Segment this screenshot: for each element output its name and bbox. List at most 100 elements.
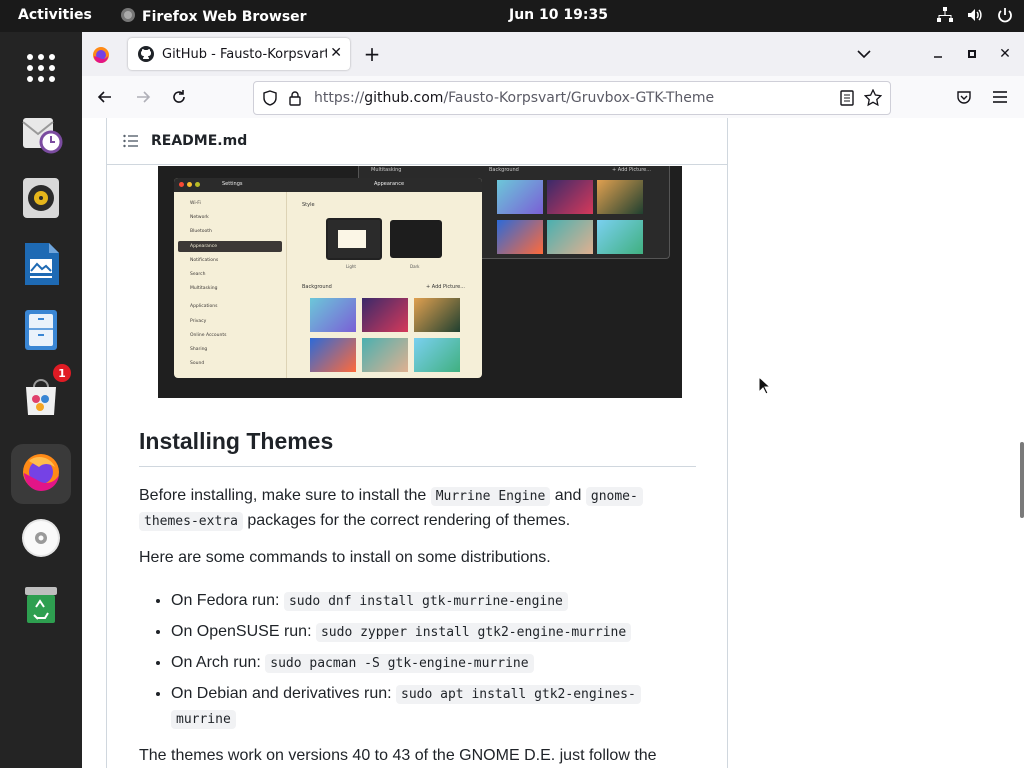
tab-bar: GitHub - Fausto-Korpsvart/Gruvbox-GTK-Th… bbox=[82, 32, 1024, 76]
dark-label: Dark bbox=[410, 264, 420, 269]
command-code-continued: murrine bbox=[171, 710, 236, 729]
url-domain: github.com bbox=[364, 90, 444, 106]
light-preview bbox=[338, 230, 366, 248]
mail-icon bbox=[19, 110, 63, 158]
command-code: sudo apt install gtk2-engines- bbox=[396, 685, 641, 704]
settings-sidebar-item: Applications bbox=[190, 304, 218, 310]
distro-command-list: On Fedora run: sudo dnf install gtk-murr… bbox=[139, 589, 691, 738]
wallpaper-thumb bbox=[547, 180, 593, 214]
close-window-icon[interactable]: ✕ bbox=[995, 44, 1015, 64]
app-menu[interactable]: Firefox Web Browser bbox=[120, 7, 307, 27]
dock-item-trash[interactable] bbox=[11, 576, 71, 636]
firefox-small-icon bbox=[120, 7, 136, 27]
p1-text-a: Before installing, make sure to install … bbox=[139, 487, 431, 504]
readme-filename[interactable]: README.md bbox=[151, 133, 247, 149]
p1-text-c: packages for the correct rendering of th… bbox=[242, 512, 571, 529]
code-gnome-themes-extra-a: gnome- bbox=[585, 487, 643, 506]
reload-icon[interactable] bbox=[168, 86, 190, 108]
url-path: /Fausto-Korpsvart/Gruvbox-GTK-Theme bbox=[443, 90, 715, 106]
wallpaper-thumb bbox=[414, 338, 460, 372]
page-content[interactable]: README.md Multitasking Background + Add … bbox=[82, 118, 1024, 768]
wallpaper-thumb bbox=[362, 338, 408, 372]
reader-view-icon[interactable] bbox=[840, 90, 854, 106]
dock-item-disc[interactable] bbox=[11, 510, 71, 570]
light-style-option bbox=[326, 218, 382, 260]
settings-sidebar-item: Notifications bbox=[190, 257, 219, 263]
settings-sidebar-item: Multitasking bbox=[190, 286, 218, 292]
tab-title: GitHub - Fausto-Korpsvart/Gruvbox-GTK-Th… bbox=[162, 46, 327, 62]
top-bar: Activities Firefox Web Browser Jun 10 19… bbox=[0, 0, 1024, 32]
maximize-icon[interactable] bbox=[962, 44, 982, 64]
back-icon[interactable] bbox=[94, 86, 116, 108]
section-heading: Installing Themes bbox=[139, 428, 334, 454]
minimize-icon[interactable] bbox=[928, 44, 948, 64]
volume-icon bbox=[966, 6, 984, 28]
dock-item-software[interactable]: 1 bbox=[11, 364, 71, 428]
url-bar[interactable]: https://github.com/Fausto-Korpsvart/Gruv… bbox=[253, 81, 891, 115]
dock-item-files[interactable] bbox=[11, 302, 71, 362]
tab-github[interactable]: GitHub - Fausto-Korpsvart/Gruvbox-GTK-Th… bbox=[128, 38, 350, 70]
firefox-view-icon[interactable] bbox=[90, 44, 112, 66]
multitasking-label: Multitasking bbox=[371, 167, 402, 173]
github-icon bbox=[138, 46, 154, 62]
command-code: sudo pacman -S gtk-engine-murrine bbox=[265, 654, 534, 673]
wallpaper-thumb bbox=[414, 298, 460, 332]
wallpaper-thumb bbox=[310, 298, 356, 332]
appearance-title: Appearance bbox=[374, 181, 405, 187]
wallpaper-thumb bbox=[310, 338, 356, 372]
heading-divider bbox=[139, 466, 696, 467]
list-item: On Arch run: sudo pacman -S gtk-engine-m… bbox=[171, 651, 691, 676]
settings-sidebar-item: Appearance bbox=[178, 240, 282, 252]
system-tray[interactable] bbox=[936, 6, 1014, 28]
command-code: sudo zypper install gtk2-engine-murrine bbox=[315, 623, 632, 642]
dock-item-mail[interactable] bbox=[11, 104, 71, 164]
dock-item-writer[interactable] bbox=[11, 236, 71, 296]
lock-icon[interactable] bbox=[288, 90, 302, 106]
settings-sidebar-item: Network bbox=[190, 215, 209, 221]
list-item-label: On Debian and derivatives run: bbox=[171, 685, 397, 702]
list-item: On Fedora run: sudo dnf install gtk-murr… bbox=[171, 589, 691, 614]
dock-item-firefox[interactable] bbox=[11, 444, 71, 504]
maximize-dot bbox=[195, 182, 200, 187]
url-text: https://github.com/Fausto-Korpsvart/Gruv… bbox=[314, 90, 714, 106]
firefox-icon bbox=[20, 451, 62, 497]
forward-icon[interactable] bbox=[132, 86, 154, 108]
pocket-icon[interactable] bbox=[953, 86, 975, 108]
wallpaper-thumb bbox=[497, 220, 543, 254]
document-icon bbox=[21, 241, 61, 291]
dock-item-rhythmbox[interactable] bbox=[11, 170, 71, 230]
theme-screenshot: Multitasking Background + Add Picture... bbox=[158, 166, 682, 398]
settings-sidebar-item: Wi-Fi bbox=[190, 201, 201, 206]
firefox-window: GitHub - Fausto-Korpsvart/Gruvbox-GTK-Th… bbox=[82, 32, 1024, 768]
clock[interactable]: Jun 10 19:35 bbox=[509, 7, 608, 23]
settings-sidebar-item: Sound bbox=[190, 361, 205, 367]
list-item-label: On Fedora run: bbox=[171, 592, 284, 609]
app-name: Firefox Web Browser bbox=[142, 9, 307, 25]
scrollbar-thumb[interactable] bbox=[1020, 442, 1024, 518]
wallpaper-thumb bbox=[362, 298, 408, 332]
activities-button[interactable]: Activities bbox=[18, 7, 92, 23]
menu-icon[interactable] bbox=[989, 86, 1011, 108]
close-tab-icon[interactable]: ✕ bbox=[330, 45, 342, 61]
settings-sidebar-item: Bluetooth bbox=[190, 229, 212, 235]
outline-list-icon[interactable] bbox=[123, 134, 139, 148]
wallpaper-thumb bbox=[547, 220, 593, 254]
shield-icon[interactable] bbox=[262, 90, 278, 106]
list-item-label: On OpenSUSE run: bbox=[171, 623, 316, 640]
new-tab-icon[interactable]: + bbox=[362, 42, 382, 66]
show-apps-button[interactable] bbox=[11, 40, 71, 100]
install-paragraph: Before installing, make sure to install … bbox=[139, 484, 699, 534]
p1-text-b: and bbox=[550, 487, 586, 504]
minimize-dot bbox=[187, 182, 192, 187]
bookmark-star-icon[interactable] bbox=[864, 89, 882, 107]
command-code: sudo dnf install gtk-murrine-engine bbox=[283, 592, 568, 611]
url-prefix: https:// bbox=[314, 90, 365, 106]
settings-sidebar-item: Sharing bbox=[190, 347, 208, 352]
right-add-picture: + Add Picture... bbox=[611, 167, 651, 173]
code-gnome-themes-extra-b: themes-extra bbox=[139, 512, 243, 531]
commands-paragraph: Here are some commands to install on som… bbox=[139, 549, 551, 566]
trash-icon bbox=[22, 583, 60, 629]
versions-paragraph: The themes work on versions 40 to 43 of … bbox=[139, 747, 657, 764]
list-tabs-icon[interactable] bbox=[854, 44, 874, 64]
background-label: Background bbox=[302, 284, 332, 290]
